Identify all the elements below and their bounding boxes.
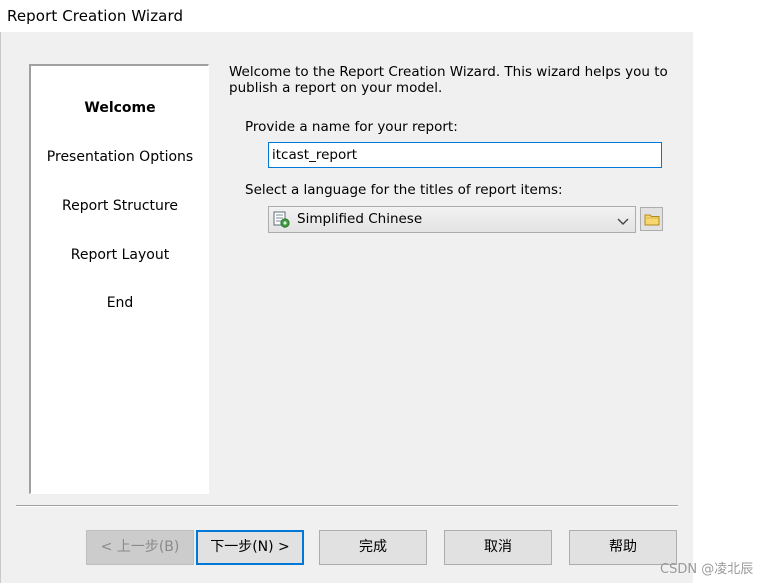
language-browse-button[interactable] [640, 207, 663, 231]
back-button[interactable]: < 上一步(B) [86, 530, 194, 565]
step-report-layout: Report Layout [70, 247, 170, 263]
watermark-text: CSDN @凌北辰 [660, 562, 754, 577]
window-title: Report Creation Wizard [7, 7, 184, 25]
step-presentation-options: Presentation Options [46, 149, 194, 165]
next-button[interactable]: 下一步(N) > [196, 530, 304, 565]
chevron-down-icon[interactable] [617, 214, 629, 225]
welcome-intro-text: Welcome to the Report Creation Wizard. T… [229, 64, 668, 96]
language-settings-icon [273, 211, 290, 228]
step-end: End [106, 295, 134, 311]
wizard-steps-panel: Welcome Presentation Options Report Stru… [29, 64, 209, 494]
cancel-button[interactable]: 取消 [444, 530, 552, 565]
report-name-label: Provide a name for your report: [245, 119, 458, 135]
step-welcome: Welcome [84, 100, 156, 116]
language-label: Select a language for the titles of repo… [245, 182, 563, 198]
language-selected-value: Simplified Chinese [297, 211, 423, 227]
finish-button[interactable]: 完成 [319, 530, 427, 565]
button-separator [16, 505, 678, 507]
folder-icon [644, 214, 660, 226]
language-select[interactable]: Simplified Chinese [268, 206, 636, 233]
step-report-structure: Report Structure [62, 198, 178, 214]
title-bar[interactable]: Report Creation Wizard [0, 0, 777, 32]
report-name-input[interactable] [268, 142, 662, 168]
